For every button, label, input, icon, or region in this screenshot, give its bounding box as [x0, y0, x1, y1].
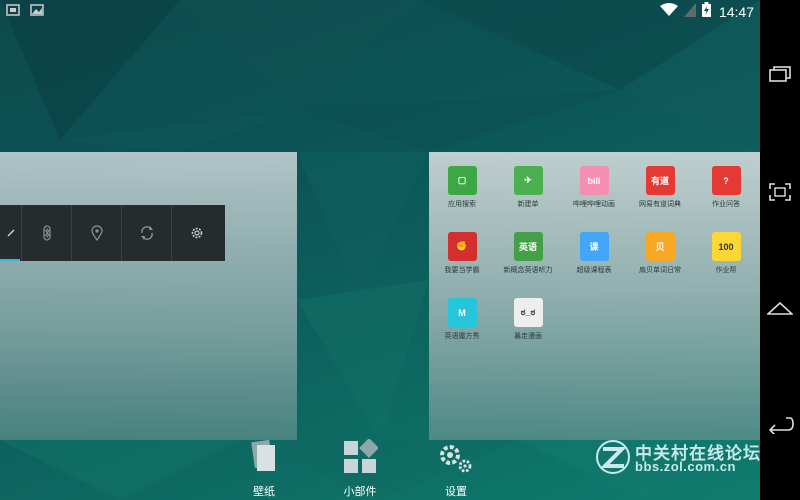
app-shortcut[interactable]: bili 哔哩哔哩动画 — [561, 166, 627, 209]
app-shortcut[interactable]: 英语 新概念英语听力 — [495, 232, 561, 275]
app-label: 新概念英语听力 — [503, 266, 553, 274]
home-icon[interactable] — [760, 288, 800, 328]
paper-plane-icon: ✈ — [513, 166, 543, 195]
app-shortcut[interactable]: M 英语魔方秀 — [429, 298, 495, 341]
app-shortcut[interactable]: ? 作业问答 — [693, 166, 759, 209]
app-label: 扇贝单词日常 — [639, 266, 681, 274]
wallpaper-icon — [229, 439, 299, 479]
app-shortcut[interactable]: ▢ 应用搜索 — [429, 166, 495, 209]
bilibili-icon: bili — [579, 166, 609, 195]
app-shortcut[interactable]: 有道 网易有道词典 — [627, 166, 693, 209]
widgets-option[interactable]: 小部件 — [325, 438, 395, 499]
app-shortcut[interactable]: 课超级课程表 — [561, 232, 627, 275]
bluetooth-icon[interactable] — [22, 205, 72, 261]
watermark-url: bbs.zol.com.cn — [635, 459, 736, 474]
schedule-icon: 课 — [579, 232, 609, 261]
shanbay-icon: 贝 — [645, 232, 675, 261]
brightness-icon[interactable] — [0, 205, 22, 261]
app-label: 新建单 — [517, 200, 539, 208]
app-label: 哔哩哔哩动画 — [573, 200, 615, 208]
quick-settings-widget — [0, 205, 225, 261]
app-label: 作业问答 — [712, 200, 740, 208]
screenshot-notification-icon — [6, 3, 20, 21]
app-shortcut[interactable]: 100 作业帮 — [693, 232, 759, 275]
signal-icon — [683, 2, 696, 22]
magic-cube-icon: M — [447, 298, 477, 327]
clock: 14:47 — [718, 4, 754, 20]
app-label: 我要当学霸 — [444, 266, 480, 274]
english-listening-icon: 英语 — [513, 232, 543, 261]
navigation-bar — [760, 0, 800, 500]
question-icon: ? — [711, 166, 741, 195]
status-bar: 14:47 — [0, 0, 760, 24]
zol-watermark: 中关村在线论坛 bbs.zol.com.cn — [595, 437, 780, 477]
battery-charging-icon — [701, 2, 711, 22]
app-shortcut[interactable]: ✊ 我要当学霸 — [429, 232, 495, 275]
app-shortcut[interactable]: 贝扇贝单词日常 — [627, 232, 693, 275]
app-label: 超级课程表 — [576, 266, 612, 274]
image-notification-icon — [30, 3, 44, 21]
app-label: 网易有道词典 — [639, 200, 681, 208]
rage-comic-icon: ಠ_ಠ — [513, 298, 543, 327]
wifi-icon — [659, 2, 678, 22]
homework-help-icon: 100 — [711, 232, 741, 261]
recent-apps-icon[interactable] — [760, 54, 800, 94]
wallpaper-option[interactable]: 壁纸 — [229, 439, 299, 499]
app-label: 作业帮 — [715, 266, 737, 274]
settings-gears-icon — [421, 439, 491, 479]
settings-option[interactable]: 设置 — [421, 439, 491, 499]
quick-settings-indicator — [0, 259, 20, 261]
zol-logo-icon — [595, 439, 631, 479]
screenshot-frame-icon[interactable] — [760, 172, 800, 212]
app-shortcut[interactable]: ಠ_ಠ 暴走漫画 — [495, 298, 561, 341]
status-notifications — [6, 3, 44, 21]
widgets-icon — [325, 438, 395, 479]
app-shortcut[interactable]: ✈ 新建单 — [495, 166, 561, 209]
youdao-icon: 有道 — [645, 166, 675, 195]
settings-icon[interactable] — [172, 205, 222, 261]
app-label: 应用搜索 — [448, 200, 476, 208]
location-icon[interactable] — [72, 205, 122, 261]
app-label: 暴走漫画 — [514, 332, 542, 340]
app-label: 英语魔方秀 — [444, 332, 480, 340]
status-system-icons: 14:47 — [659, 2, 754, 22]
sync-icon[interactable] — [122, 205, 172, 261]
home-screen-page-left[interactable] — [0, 152, 297, 440]
fist-icon: ✊ — [447, 232, 477, 261]
android-market-icon: ▢ — [447, 166, 477, 195]
home-screen-page-right[interactable]: ▢ 应用搜索 ✈ 新建单 bili 哔哩哔哩动画 有道 网易有道词典? 作业问答 ✊ 我要当学霸 英语… — [429, 152, 760, 440]
